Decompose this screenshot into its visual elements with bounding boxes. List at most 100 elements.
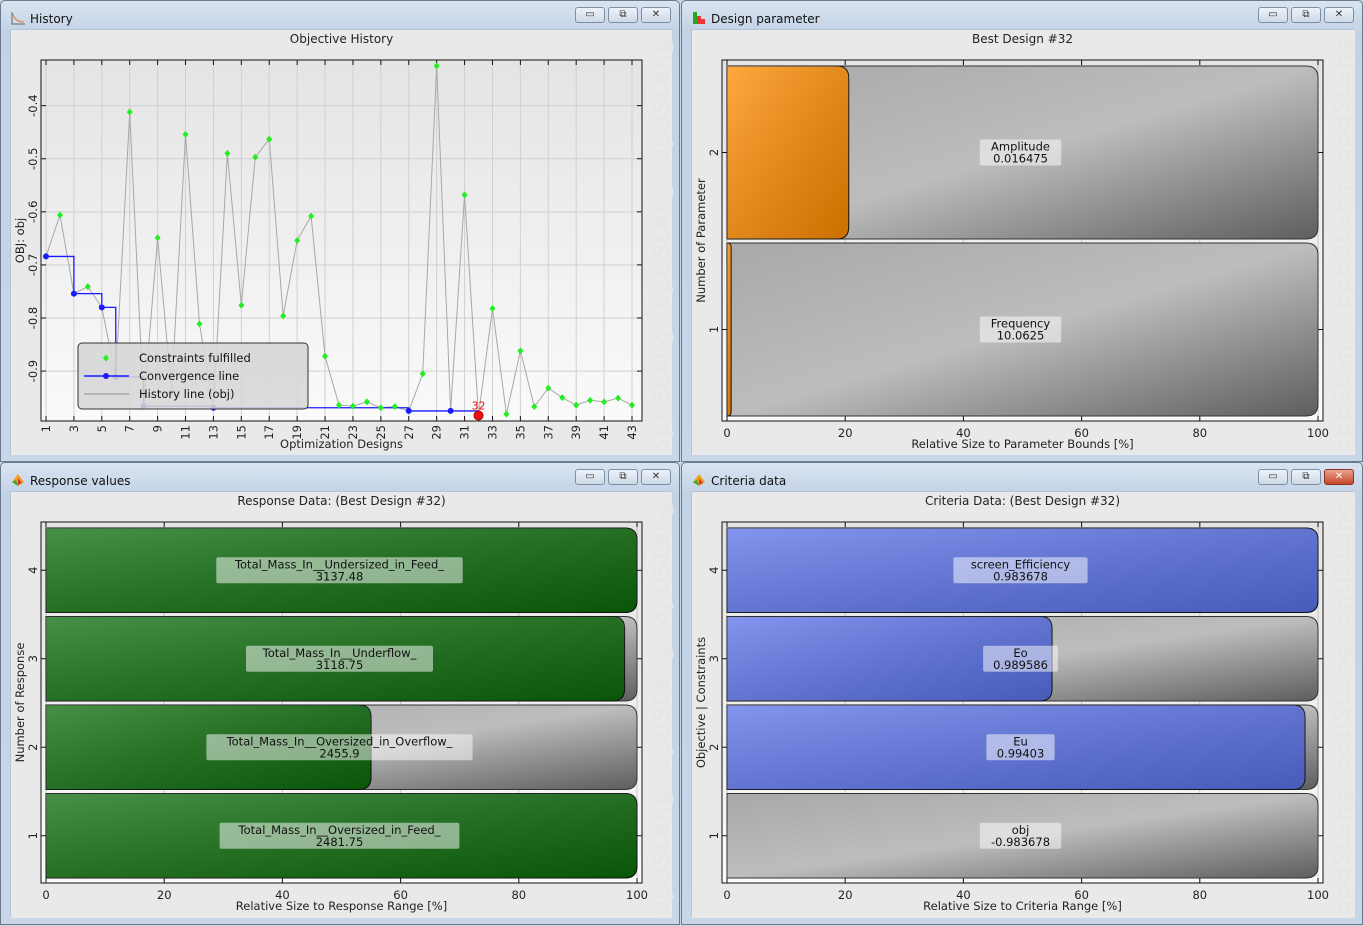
x-tick-label: 27 — [402, 425, 416, 440]
chart-title: Best Design #32 — [972, 32, 1073, 46]
x-tick-label: 15 — [234, 425, 248, 440]
x-tick-label: 80 — [1192, 888, 1207, 902]
watermark: optiSLang — [650, 183, 675, 308]
x-tick-label: 80 — [1192, 426, 1207, 440]
response-values-chart[interactable]: Response Data: (Best Design #32) Relative… — [1, 463, 681, 926]
watermark: optiSLang — [650, 500, 675, 625]
y-tick-label: -0.5 — [26, 148, 40, 170]
y-axis-label: Number of Response — [13, 643, 27, 763]
x-tick-label: 5 — [95, 425, 109, 432]
x-tick-label: 100 — [1307, 888, 1329, 902]
chart-title: Criteria Data: (Best Design #32) — [925, 494, 1120, 508]
y-tick-label: -0.4 — [26, 94, 40, 116]
x-tick-label: 0 — [723, 888, 730, 902]
watermark: optiSLang — [650, 328, 675, 453]
design-parameter-chart[interactable]: Best Design #32 Relative Size to Paramete… — [682, 1, 1363, 463]
x-tick-label: 39 — [569, 425, 583, 440]
history-window: History ▭ ⧉ ✕ Objective History Optimizat… — [0, 0, 680, 462]
x-tick-label: 31 — [458, 425, 472, 440]
y-tick-label: 2 — [707, 149, 721, 156]
watermark: optiSLang — [650, 645, 675, 770]
x-tick-label: 25 — [374, 425, 388, 440]
x-tick-label: 35 — [513, 425, 527, 440]
bar-shade — [727, 243, 732, 416]
x-tick-label: 100 — [626, 888, 648, 902]
x-tick-label: 37 — [541, 425, 555, 440]
bar-label-value: 3118.75 — [316, 658, 364, 672]
x-tick-label: 60 — [393, 888, 408, 902]
y-tick-label: 1 — [707, 832, 721, 839]
y-tick-label: -0.9 — [26, 360, 40, 382]
y-tick-label: 2 — [26, 744, 40, 751]
legend-entry: History line (obj) — [139, 387, 234, 401]
x-tick-label: 17 — [262, 425, 276, 440]
legend-entry: Convergence line — [139, 369, 239, 383]
x-tick-label: 0 — [723, 426, 730, 440]
convergence-point — [98, 304, 105, 311]
y-tick-label: 1 — [707, 326, 721, 333]
y-tick-label: 2 — [707, 744, 721, 751]
x-tick-label: 13 — [206, 425, 220, 440]
x-axis-label: Relative Size to Criteria Range [%] — [923, 899, 1122, 913]
x-tick-label: 40 — [956, 888, 971, 902]
objective-history-chart[interactable]: Objective HistoryOptimization DesignsOBJ… — [1, 1, 681, 463]
watermark: optiSLang — [1331, 38, 1356, 163]
convergence-point — [70, 290, 77, 297]
x-tick-label: 20 — [157, 888, 172, 902]
best-design-label: 32 — [472, 400, 486, 413]
criteria-data-chart[interactable]: Criteria Data: (Best Design #32) Relative… — [682, 463, 1363, 926]
watermark: optiSLang — [1331, 790, 1356, 915]
x-tick-label: 20 — [838, 426, 853, 440]
x-tick-label: 7 — [123, 425, 137, 432]
x-tick-label: 19 — [290, 425, 304, 440]
x-tick-label: 100 — [1307, 426, 1329, 440]
x-tick-label: 40 — [275, 888, 290, 902]
bar-label-value: 2455.9 — [319, 746, 359, 760]
criteria-data-window: Criteria data ▭ ⧉ ✕ Criteria Data: (Best… — [681, 462, 1363, 925]
y-tick-label: -0.6 — [26, 201, 40, 223]
y-tick-label: 4 — [26, 567, 40, 574]
x-tick-label: 60 — [1074, 888, 1089, 902]
x-tick-label: 23 — [346, 425, 360, 440]
watermark: optiSLang — [1331, 183, 1356, 308]
y-tick-label: 3 — [707, 655, 721, 662]
x-tick-label: 43 — [625, 425, 639, 440]
x-tick-label: 0 — [42, 888, 49, 902]
x-tick-label: 41 — [597, 425, 611, 440]
x-tick-label: 3 — [67, 425, 81, 432]
x-tick-label: 40 — [956, 426, 971, 440]
chart-title: Objective History — [290, 32, 393, 46]
x-tick-label: 29 — [430, 425, 444, 440]
x-tick-label: 1 — [39, 425, 53, 432]
convergence-point — [405, 407, 412, 414]
y-tick-label: 1 — [26, 832, 40, 839]
x-axis-label: Relative Size to Response Range [%] — [236, 899, 447, 913]
convergence-point — [43, 253, 49, 260]
x-tick-label: 21 — [318, 425, 332, 440]
bar-label-value: -0.983678 — [991, 835, 1050, 849]
bar-label-value: 0.989586 — [993, 658, 1048, 672]
bar-shade — [727, 66, 849, 239]
y-axis-label: Objective | Constraints — [694, 637, 708, 768]
x-tick-label: 20 — [838, 888, 853, 902]
bar-label-value: 10.0625 — [997, 329, 1045, 343]
bar-label-value: 0.99403 — [997, 746, 1045, 760]
watermark: optiSLang — [1331, 500, 1356, 625]
x-tick-label: 33 — [485, 425, 499, 440]
x-tick-label: 80 — [511, 888, 526, 902]
response-values-window: Response values ▭ ⧉ ✕ Response Data: (Be… — [0, 462, 680, 925]
bar-label-value: 0.016475 — [993, 152, 1048, 166]
legend-convergence-symbol — [103, 373, 109, 379]
watermark: optiSLang — [1331, 645, 1356, 770]
watermark: optiSLang — [1331, 328, 1356, 453]
bar-label-value: 0.983678 — [993, 569, 1048, 583]
watermark: optiSLang — [650, 38, 675, 163]
y-tick-label: -0.8 — [26, 307, 40, 329]
y-axis-label: OBJ: obj — [13, 218, 27, 263]
bar-label-value: 2481.75 — [316, 835, 364, 849]
convergence-point — [447, 407, 454, 414]
x-tick-label: 9 — [151, 425, 165, 432]
y-tick-label: -0.7 — [26, 254, 40, 276]
design-parameter-window: Design parameter ▭ ⧉ ✕ Best Design #32 Re… — [681, 0, 1363, 462]
y-tick-label: 3 — [26, 655, 40, 662]
